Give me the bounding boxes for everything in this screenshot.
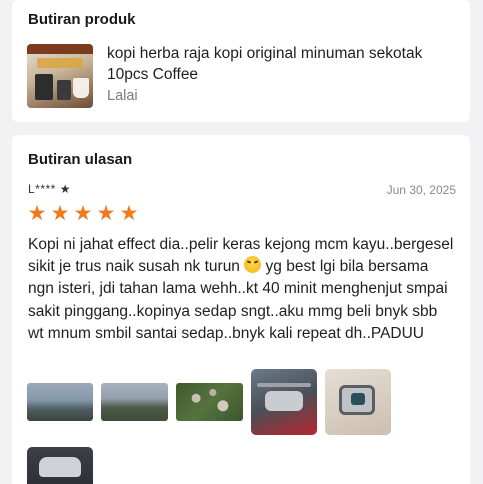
review-photo[interactable] (27, 383, 93, 421)
review-photo[interactable] (325, 369, 391, 435)
star-icon: ★ (27, 202, 47, 225)
product-thumbnail[interactable] (27, 44, 93, 108)
laughing-emoji-icon (244, 256, 262, 274)
product-name[interactable]: kopi herba raja kopi original minuman se… (107, 43, 437, 85)
star-icon: ★ (96, 202, 116, 225)
star-rating: ★ ★ ★ ★ ★ (26, 203, 140, 225)
review-photo[interactable] (251, 369, 317, 435)
review-photo[interactable] (176, 383, 243, 421)
review-section-title: Butiran ulasan (28, 151, 133, 168)
review-text: Kopi ni jahat effect dia..pelir keras ke… (28, 234, 456, 345)
star-icon: ★ (119, 202, 139, 225)
product-details-card: Butiran produk kopi herba raja kopi orig… (12, 0, 470, 122)
review-photo[interactable] (27, 447, 93, 484)
review-photo[interactable] (101, 383, 168, 421)
reviewer-name: L**** ★ (28, 182, 71, 196)
product-variant: Lalai (107, 88, 138, 104)
review-date: Jun 30, 2025 (386, 183, 456, 197)
star-icon: ★ (73, 202, 93, 225)
star-icon: ★ (50, 202, 70, 225)
product-section-title: Butiran produk (28, 11, 136, 28)
review-details-card: Butiran ulasan L**** ★ Jun 30, 2025 ★ ★ … (12, 135, 470, 484)
